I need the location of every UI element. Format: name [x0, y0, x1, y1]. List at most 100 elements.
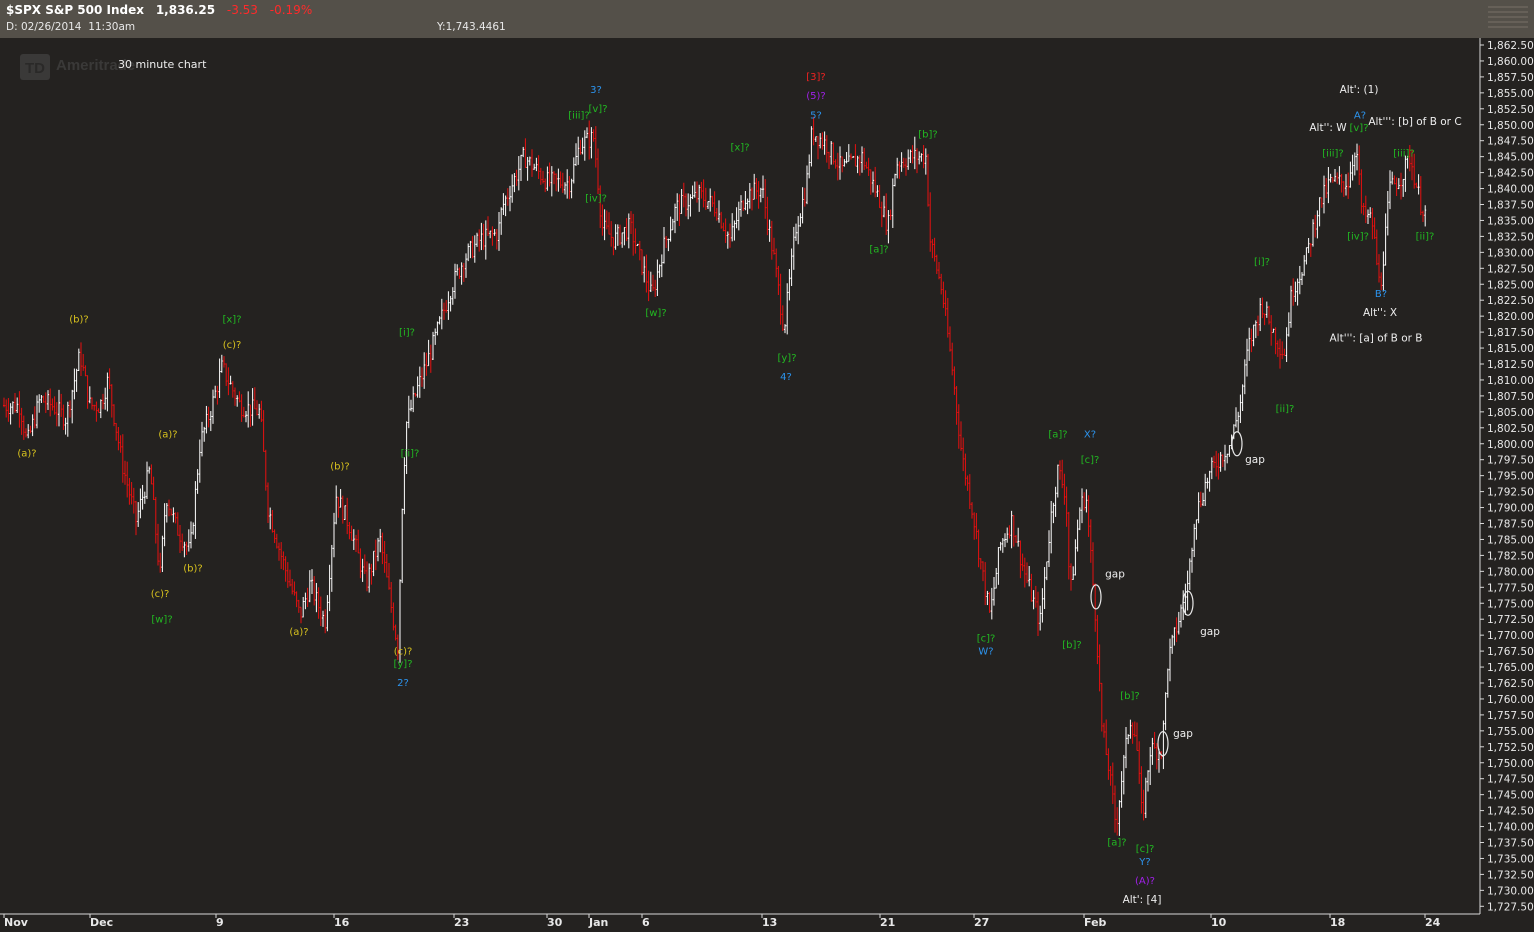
y-tick-label: 1,847.50 — [1487, 136, 1534, 148]
y-tick-label: 1,740.00 — [1487, 822, 1534, 834]
wave-label: Alt''': [a] of B or B — [1330, 333, 1423, 345]
y-tick-label: 1,760.00 — [1487, 694, 1534, 706]
wave-label: [3]? — [806, 72, 825, 83]
y-tick-label: 1,842.50 — [1487, 168, 1534, 180]
y-tick-label: 1,742.50 — [1487, 806, 1534, 818]
y-tick-label: 1,837.50 — [1487, 200, 1534, 212]
wave-label: (b)? — [183, 563, 202, 574]
y-tick-label: 1,807.50 — [1487, 391, 1534, 403]
wave-label: Alt''': [b] of B or C — [1368, 116, 1461, 128]
wave-label: [a]? — [1107, 838, 1126, 849]
wave-label: gap — [1105, 569, 1125, 581]
y-tick-label: 1,825.00 — [1487, 279, 1534, 291]
wave-label: [x]? — [222, 315, 241, 326]
y-tick-label: 1,790.00 — [1487, 503, 1534, 515]
y-tick-label: 1,737.50 — [1487, 838, 1534, 850]
y-tick-label: 1,732.50 — [1487, 869, 1534, 881]
y-tick-label: 1,745.00 — [1487, 790, 1534, 802]
wave-label: (c)? — [223, 340, 242, 351]
x-tick-label: 6 — [642, 916, 650, 929]
chart-caption: 30 minute chart — [118, 58, 207, 71]
wave-label: gap — [1245, 454, 1265, 466]
x-tick-label: Feb — [1084, 916, 1107, 929]
wave-label: [c]? — [1081, 455, 1100, 466]
y-tick-label: 1,730.00 — [1487, 885, 1534, 897]
wave-label: [w]? — [151, 614, 172, 625]
wave-label: (b)? — [330, 461, 349, 472]
wave-label: 4? — [780, 372, 792, 383]
wave-label: (a)? — [158, 429, 177, 440]
wave-label: [y]? — [777, 353, 796, 364]
x-tick-label: 16 — [334, 916, 350, 929]
wave-label: B? — [1375, 289, 1387, 300]
x-tick-label: 10 — [1211, 916, 1227, 929]
x-tick-label: Dec — [90, 916, 113, 929]
wave-label: (A)? — [1135, 876, 1155, 887]
x-tick-label: 21 — [880, 916, 895, 929]
wave-label: 5? — [810, 110, 822, 121]
y-tick-label: 1,830.00 — [1487, 247, 1534, 259]
y-tick-label: 1,770.00 — [1487, 630, 1534, 642]
wave-label: Alt': (1) — [1340, 84, 1379, 96]
y-tick-label: 1,755.00 — [1487, 726, 1534, 738]
wave-label: [ii]? — [401, 449, 420, 460]
y-tick-label: 1,827.50 — [1487, 263, 1534, 275]
wave-label: gap — [1200, 626, 1220, 638]
y-tick-label: 1,820.00 — [1487, 311, 1534, 323]
wave-label: (c)? — [394, 646, 413, 657]
wave-label: (a)? — [289, 627, 308, 638]
wave-label: Y? — [1138, 857, 1150, 868]
wave-label: [a]? — [1048, 429, 1067, 440]
y-tick-label: 1,862.50 — [1487, 40, 1534, 52]
wave-label: [a]? — [869, 244, 888, 255]
wave-label: [v]? — [588, 104, 607, 115]
wave-label: [i]? — [399, 327, 415, 338]
y-tick-label: 1,810.00 — [1487, 375, 1534, 387]
wave-label: [b]? — [1120, 691, 1139, 702]
y-tick-label: 1,805.00 — [1487, 407, 1534, 419]
wave-label: Alt'': W — [1309, 122, 1347, 134]
wave-label: (a)? — [17, 449, 36, 460]
y-tick-label: 1,757.50 — [1487, 710, 1534, 722]
wave-label: W? — [978, 646, 993, 657]
y-tick-label: 1,832.50 — [1487, 231, 1534, 243]
y-tick-label: 1,787.50 — [1487, 519, 1534, 531]
plot-area — [0, 38, 1480, 914]
wave-label: [iii]? — [568, 110, 589, 121]
y-tick-label: 1,777.50 — [1487, 582, 1534, 594]
wave-label: 2? — [397, 678, 409, 689]
y-tick-label: 1,765.00 — [1487, 662, 1534, 674]
y-tick-label: 1,797.50 — [1487, 455, 1534, 467]
wave-label: (b)? — [69, 315, 88, 326]
wave-label: [i]? — [1254, 257, 1270, 268]
wave-label: [y]? — [393, 659, 412, 670]
wave-label: [iii]? — [1393, 149, 1414, 160]
price-chart[interactable]: TD Ameritrade 30 minute chart (b)?(a)?(a… — [0, 0, 1534, 932]
wave-label: [ii]? — [1276, 404, 1295, 415]
y-tick-label: 1,772.50 — [1487, 614, 1534, 626]
x-tick-label: Jan — [588, 916, 608, 929]
wave-label: [iv]? — [585, 193, 607, 204]
y-tick-label: 1,852.50 — [1487, 104, 1534, 116]
y-tick-label: 1,840.00 — [1487, 184, 1534, 196]
y-tick-label: 1,785.00 — [1487, 534, 1534, 546]
y-tick-label: 1,812.50 — [1487, 359, 1534, 371]
wave-label: [ii]? — [1416, 232, 1435, 243]
x-tick-label: 24 — [1425, 916, 1441, 929]
wave-label: A? — [1354, 110, 1366, 121]
wave-label: Alt'': X — [1363, 307, 1397, 319]
y-tick-label: 1,857.50 — [1487, 72, 1534, 84]
wave-label: 3? — [590, 85, 602, 96]
y-tick-label: 1,860.00 — [1487, 56, 1534, 68]
y-tick-label: 1,817.50 — [1487, 327, 1534, 339]
wave-label: [b]? — [1062, 640, 1081, 651]
x-tick-label: 30 — [547, 916, 563, 929]
y-tick-label: 1,747.50 — [1487, 774, 1534, 786]
y-tick-label: 1,727.50 — [1487, 901, 1534, 913]
y-tick-label: 1,845.00 — [1487, 152, 1534, 164]
y-tick-label: 1,850.00 — [1487, 120, 1534, 132]
y-tick-label: 1,800.00 — [1487, 439, 1534, 451]
y-tick-label: 1,775.00 — [1487, 598, 1534, 610]
y-tick-label: 1,802.50 — [1487, 423, 1534, 435]
x-tick-label: 27 — [974, 916, 989, 929]
